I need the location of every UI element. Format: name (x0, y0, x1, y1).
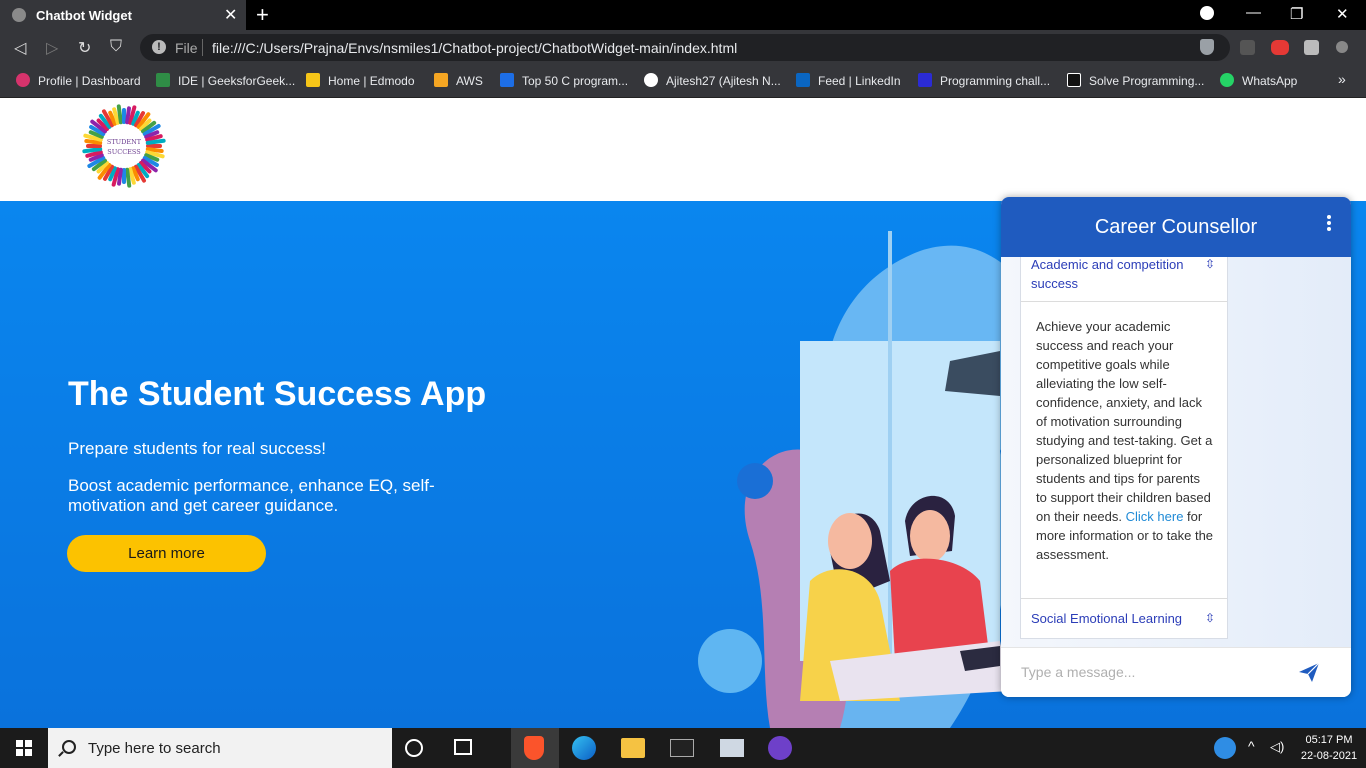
browser-tab[interactable]: Chatbot Widget ✕ (0, 0, 246, 30)
bookmark-item[interactable]: Programming chall... (918, 73, 1050, 88)
bookmark-favicon-icon (156, 73, 170, 87)
chat-input-bar (1001, 647, 1351, 697)
accordion-2-header[interactable]: Social Emotional Learning (1031, 609, 1211, 628)
restore-icon[interactable]: ❐ (1290, 5, 1303, 23)
bookmark-favicon-icon (500, 73, 514, 87)
chat-messages[interactable]: Academic and competition success ⇳ Achie… (1001, 257, 1351, 647)
clock-time: 05:17 PM (1305, 734, 1353, 746)
help-icon[interactable] (1214, 737, 1236, 759)
hero-description: Boost academic performance, enhance EQ, … (68, 476, 435, 515)
expand-toggle-icon[interactable]: ⇳ (1205, 611, 1215, 625)
accordion-card: Academic and competition success ⇳ Achie… (1020, 257, 1228, 639)
chat-title: Career Counsellor (1094, 216, 1258, 238)
bookmark-favicon-icon (306, 73, 320, 87)
expand-toggle-icon[interactable]: ⇳ (1205, 257, 1215, 271)
bookmark-item[interactable]: Ajitesh27 (Ajitesh N... (644, 73, 781, 88)
linkedin-icon (796, 73, 810, 87)
bookmark-favicon-icon (1067, 73, 1081, 87)
globe-icon (12, 8, 26, 22)
bookmark-item[interactable]: AWS (434, 73, 483, 88)
minimize-icon[interactable]: — (1246, 4, 1261, 21)
bookmark-item[interactable]: Solve Programming... (1067, 73, 1204, 88)
whatsapp-icon (1220, 73, 1234, 87)
bookmark-item[interactable]: Profile | Dashboard (16, 73, 141, 88)
photos-icon[interactable] (720, 739, 744, 757)
accordion-1-body: Achieve your academic success and reach … (1036, 319, 1214, 562)
terminal-icon[interactable] (670, 739, 694, 757)
logo-text-line2: SUCCESS (107, 148, 140, 156)
bookmark-item[interactable]: WhatsApp (1220, 73, 1297, 88)
task-view-icon[interactable] (454, 739, 472, 755)
profile-menu-icon[interactable] (1200, 6, 1214, 20)
site-header (0, 98, 1366, 201)
back-icon[interactable]: ◁ (14, 38, 26, 58)
system-clock[interactable]: 05:17 PM 22-08-2021 (1300, 732, 1358, 764)
hero-title: The Student Success App (68, 375, 487, 413)
windows-taskbar: Type here to search ^ ◁) 05:17 PM 22-08-… (0, 728, 1366, 768)
send-icon[interactable] (1297, 660, 1321, 684)
accordion-1-header[interactable]: Academic and competition success (1031, 257, 1211, 293)
extension-icon[interactable] (1240, 40, 1255, 55)
address-separator (202, 39, 203, 56)
bookmark-item[interactable]: IDE | GeeksforGeek... (156, 73, 295, 88)
github-icon (644, 73, 658, 87)
more-options-icon[interactable] (1323, 215, 1335, 235)
bookmark-favicon-icon (434, 73, 448, 87)
bookmarks-overflow-icon[interactable]: » (1338, 71, 1346, 87)
bookmark-item[interactable]: Feed | LinkedIn (796, 73, 901, 88)
clock-date: 22-08-2021 (1300, 750, 1358, 762)
github-desktop-icon[interactable] (768, 736, 792, 760)
bookmarks-bar: Profile | Dashboard IDE | GeeksforGeek..… (0, 65, 1366, 98)
tab-title: Chatbot Widget (36, 8, 132, 23)
hero-subtitle: Prepare students for real success! (68, 439, 326, 458)
address-url[interactable]: file:///C:/Users/Prajna/Envs/nsmiles1/Ch… (212, 40, 737, 56)
new-tab-button[interactable]: + (256, 2, 269, 28)
menu-icon[interactable] (1336, 41, 1348, 53)
file-explorer-icon[interactable] (621, 738, 645, 758)
close-tab-icon[interactable]: ✕ (224, 5, 237, 25)
learn-more-button[interactable]: Learn more (67, 535, 266, 572)
chat-header: Career Counsellor (1001, 197, 1351, 257)
brave-browser-icon (524, 736, 544, 760)
info-icon[interactable]: ! (152, 40, 166, 54)
student-success-logo[interactable]: STUDENT SUCCESS (80, 104, 168, 188)
edge-icon[interactable] (572, 736, 596, 760)
windows-start-icon[interactable] (16, 740, 32, 756)
forward-icon[interactable]: ▷ (46, 38, 58, 58)
cortana-icon[interactable] (405, 739, 423, 757)
logo-text-line1: STUDENT (107, 138, 142, 146)
bookmark-item[interactable]: Home | Edmodo (306, 73, 415, 88)
brave-shield-icon[interactable] (1200, 39, 1214, 55)
taskbar-search[interactable]: Type here to search (48, 728, 392, 768)
reload-icon[interactable]: ↻ (78, 38, 91, 58)
bookmark-favicon-icon (16, 73, 30, 87)
chevron-up-icon[interactable]: ^ (1248, 738, 1262, 762)
volume-icon[interactable]: ◁) (1270, 739, 1288, 763)
close-window-icon[interactable]: ✕ (1336, 5, 1349, 23)
bookmark-icon[interactable]: ⛉ (110, 38, 122, 56)
bookmark-item[interactable]: Top 50 C program... (500, 73, 628, 88)
browser-toolbar: ◁ ▷ ↻ ⛉ ! File file:///C:/Users/Prajna/E… (0, 30, 1366, 65)
bookmark-favicon-icon (918, 73, 932, 87)
click-here-link[interactable]: Click here (1126, 509, 1184, 524)
youtube-extension-icon[interactable] (1271, 40, 1289, 55)
accordion-divider (1021, 301, 1227, 302)
address-scheme-label: File (175, 40, 198, 56)
taskbar-search-placeholder: Type here to search (88, 740, 221, 757)
chat-widget: Career Counsellor Academic and competiti… (1001, 197, 1351, 697)
address-bar[interactable]: ! File file:///C:/Users/Prajna/Envs/nsmi… (140, 34, 1230, 61)
message-input[interactable] (1021, 658, 1281, 686)
browser-tab-strip: Chatbot Widget ✕ + — ❐ ✕ (0, 0, 1366, 30)
accordion-divider (1021, 598, 1227, 599)
puzzle-icon[interactable] (1304, 40, 1319, 55)
